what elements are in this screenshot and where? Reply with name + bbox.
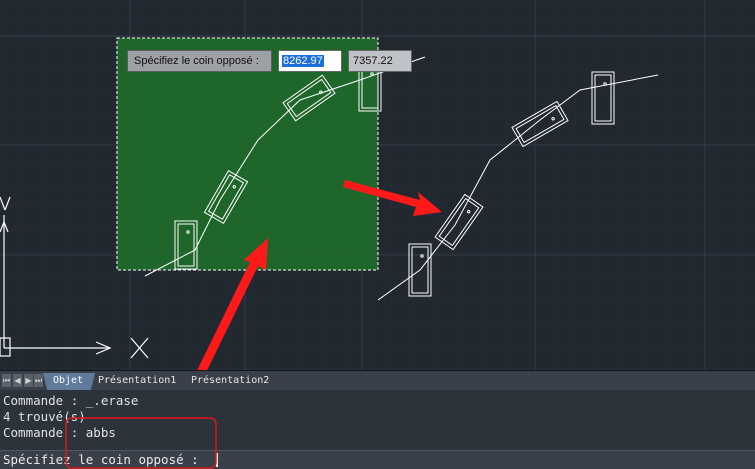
first-tab-icon[interactable]: ⏮ <box>2 374 11 387</box>
dynamic-input-prompt: Spécifiez le coin opposé : <box>127 50 272 72</box>
command-prompt: Spécifiez le coin opposé : <box>3 452 199 467</box>
tab-objet[interactable]: Objet <box>43 373 95 390</box>
last-tab-icon[interactable]: ⏭ <box>34 374 43 387</box>
dynamic-input-x-field[interactable]: 8262.97 <box>278 50 342 72</box>
tab-presentation2[interactable]: Présentation2 <box>181 373 277 390</box>
prev-tab-icon[interactable]: ◀ <box>13 374 22 387</box>
tab-presentation1[interactable]: Présentation1 <box>88 373 186 390</box>
layout-tab-bar: ⏮ ◀ ▶ ⏭ Présentation2 Présentation1 Obje… <box>0 370 755 390</box>
selection-window <box>116 37 379 271</box>
drawing-viewport[interactable]: Spécifiez le coin opposé : 8262.97 7357.… <box>0 0 755 370</box>
command-history-line: Commande : abbs <box>3 425 116 440</box>
next-tab-icon[interactable]: ▶ <box>24 374 33 387</box>
command-input-row[interactable]: Spécifiez le coin opposé : <box>0 450 755 469</box>
command-history-line: Commande : _.erase <box>3 393 139 408</box>
command-line[interactable]: Commande : _.erase 4 trouvé(s) Commande … <box>0 390 755 469</box>
x-value: 8262.97 <box>282 55 324 67</box>
command-history-line: 4 trouvé(s) <box>3 409 86 424</box>
command-input-cursor[interactable] <box>216 453 218 467</box>
dynamic-input-y-field[interactable]: 7357.22 <box>348 50 412 72</box>
